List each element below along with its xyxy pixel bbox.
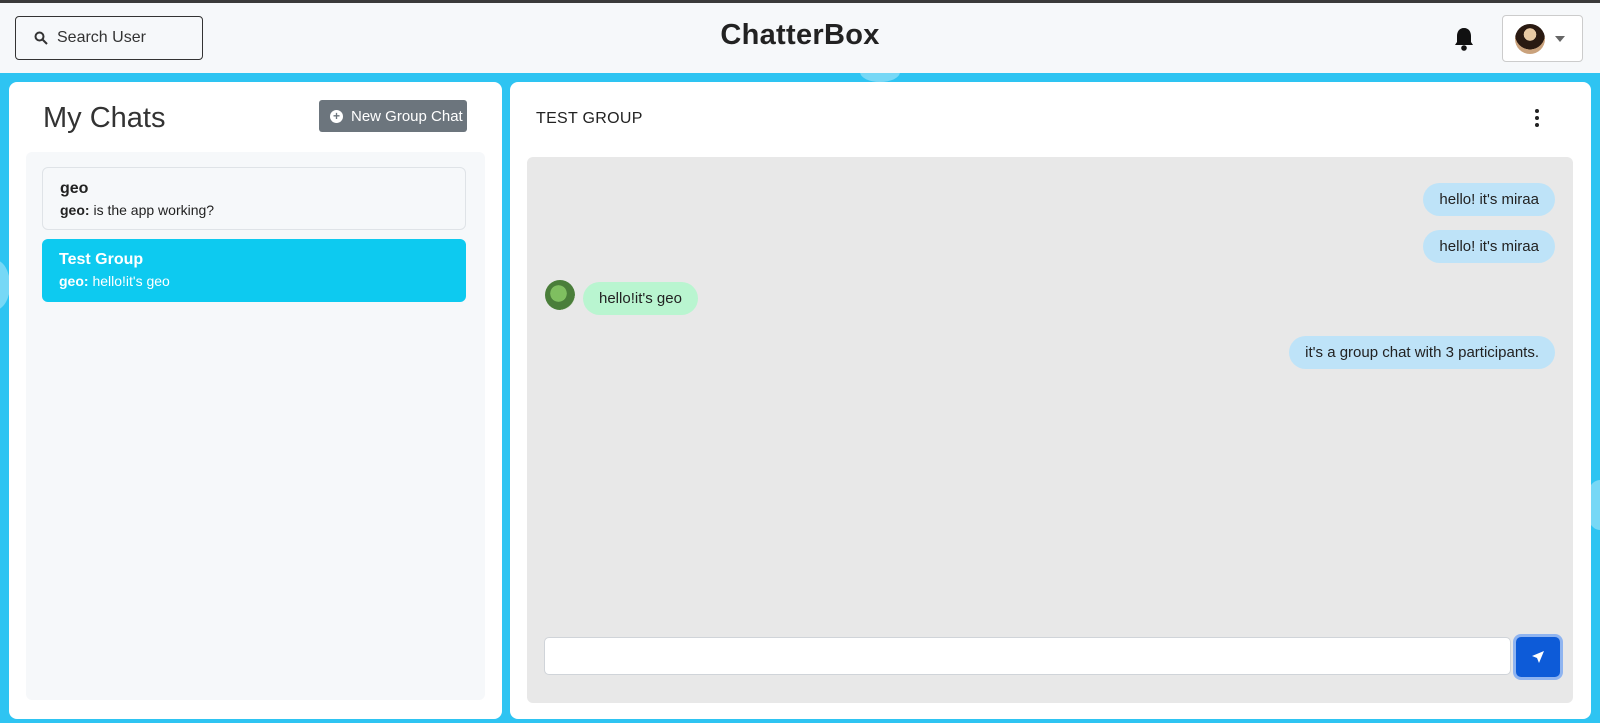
chat-last-text: hello!it's geo [92, 273, 170, 289]
chat-panel: TEST GROUP hello! it's miraa hello! it's… [510, 82, 1591, 719]
chat-last-message: geo: hello!it's geo [59, 273, 449, 289]
chat-name: geo [60, 180, 89, 197]
send-icon [1532, 651, 1544, 663]
my-chats-title: My Chats [43, 102, 166, 134]
chat-last-sender: geo: [60, 202, 90, 218]
avatar [1515, 23, 1545, 54]
app-title: ChatterBox [720, 19, 880, 51]
chat-list: geo geo: is the app working? Test Group … [26, 152, 485, 700]
plus-circle-icon: + [330, 109, 343, 123]
message-bubble-sent: hello! it's miraa [1423, 183, 1555, 216]
bell-icon[interactable] [1452, 26, 1476, 52]
profile-menu-button[interactable] [1502, 15, 1583, 62]
chat-name: Test Group [59, 251, 144, 268]
message-bubble-sent: hello! it's miraa [1423, 230, 1555, 263]
message-bubble-sent: it's a group chat with 3 participants. [1289, 336, 1555, 369]
new-group-chat-button[interactable]: + New Group Chat [319, 100, 467, 132]
my-chats-panel: My Chats + New Group Chat geo geo: is th… [9, 82, 502, 719]
sender-avatar [545, 280, 575, 310]
chat-list-item[interactable]: geo geo: is the app working? [42, 167, 466, 230]
message-bubble-received: hello!it's geo [583, 282, 698, 315]
chevron-down-icon [1555, 35, 1565, 42]
send-button[interactable] [1516, 637, 1560, 677]
chat-last-message: geo: is the app working? [60, 202, 448, 218]
message-input[interactable] [544, 637, 1511, 675]
chat-last-sender: geo: [59, 273, 89, 289]
chat-title: TEST GROUP [536, 110, 643, 127]
top-bar: Search User ChatterBox [0, 0, 1600, 73]
new-group-chat-label: New Group Chat [351, 107, 463, 125]
more-options-icon[interactable] [1535, 109, 1541, 129]
chat-list-item-selected[interactable]: Test Group geo: hello!it's geo [42, 239, 466, 302]
messages-area: hello! it's miraa hello! it's miraa hell… [527, 157, 1573, 703]
chat-last-text: is the app working? [93, 202, 215, 218]
